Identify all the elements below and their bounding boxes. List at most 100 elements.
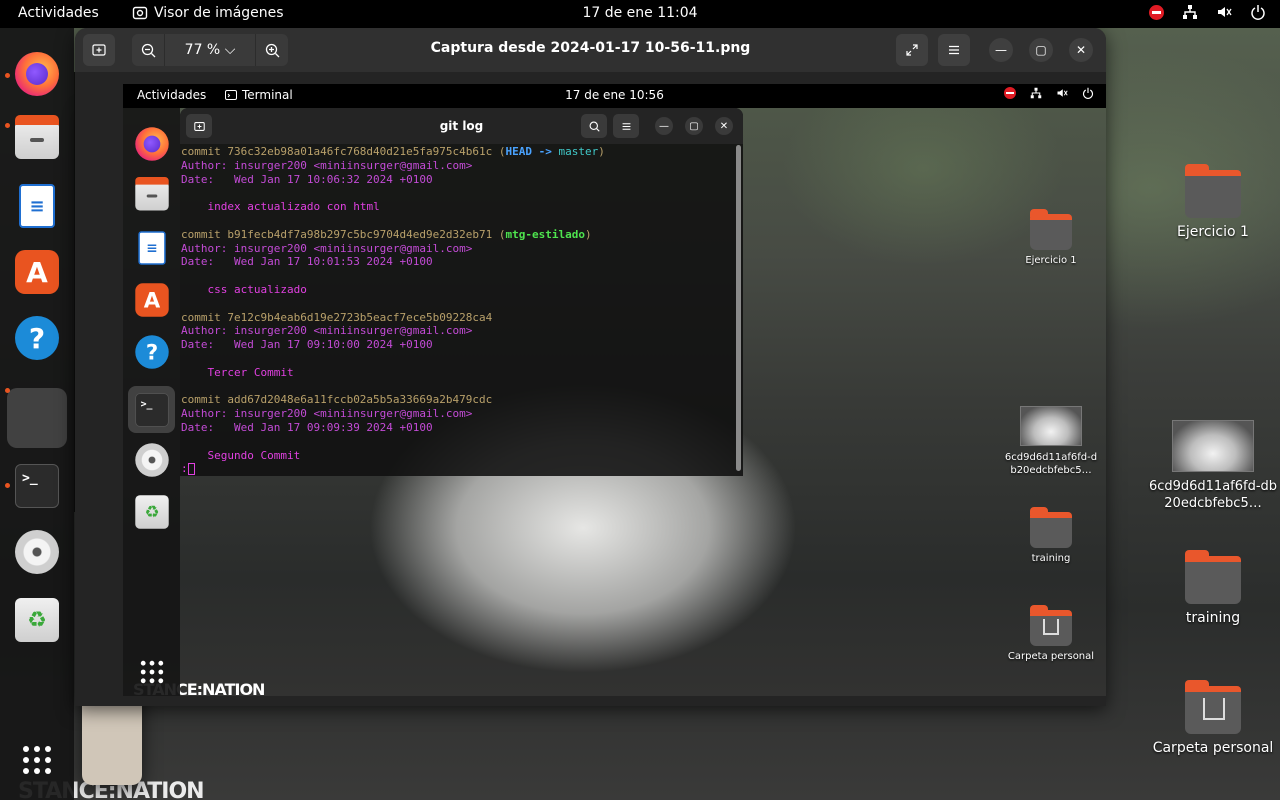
screenshot-dock-files xyxy=(128,172,175,219)
close-button[interactable]: ✕ xyxy=(1069,38,1093,62)
libreoffice-writer-icon: ≡ xyxy=(137,230,166,265)
commit-message: css actualizado xyxy=(207,282,307,296)
dock-firefox[interactable] xyxy=(7,44,67,104)
commit-author: insurger200 <miniinsurger@gmail.com> xyxy=(233,407,473,421)
terminal-icon: >_ xyxy=(134,392,169,427)
git-log-line xyxy=(181,186,605,200)
commit-author: insurger200 <miniinsurger@gmail.com> xyxy=(233,241,473,255)
minimize-icon: — xyxy=(995,43,1007,57)
screenshot-dock-disc xyxy=(128,436,175,483)
minimize-button[interactable]: — xyxy=(989,38,1013,62)
git-log-line xyxy=(181,352,605,366)
screenshot-dock: ≡ A ? >_ ♻ xyxy=(123,108,180,696)
desktop-icon-ejercicio-1[interactable]: Ejercicio 1 xyxy=(1166,164,1260,240)
screenshot-dock-help: ? xyxy=(128,328,175,375)
ref-paren: ( xyxy=(492,145,506,158)
ref-paren: ) xyxy=(598,145,605,158)
screenshot-dock-terminal: >_ xyxy=(128,386,175,433)
dock-files[interactable] xyxy=(7,110,67,170)
terminal-icon: >_ xyxy=(15,464,59,508)
screenshot-dock-trash: ♻ xyxy=(128,488,175,535)
top-bar: Actividades Visor de imágenes 17 de ene … xyxy=(0,0,1280,28)
system-tray[interactable] xyxy=(1149,4,1266,20)
dock-help[interactable]: ? xyxy=(7,308,67,368)
maximize-icon: ▢ xyxy=(689,120,699,132)
git-log-line: Author: insurger200 <miniinsurger@gmail.… xyxy=(181,324,605,338)
git-log-line: Date: Wed Jan 17 09:09:39 2024 +0100 xyxy=(181,421,605,435)
desktop-icon-label: training xyxy=(1031,553,1071,564)
dock-terminal[interactable]: >_ xyxy=(7,456,67,516)
git-log-line xyxy=(181,297,605,311)
folder-icon xyxy=(1030,209,1072,250)
show-apps-button[interactable] xyxy=(7,730,67,790)
dock-disc[interactable] xyxy=(7,522,67,582)
desktop-icon-label: 6cd9d6d11af6fd-db20edcbfebc5… xyxy=(1004,452,1098,476)
git-log-line: commit b91fecb4df7a98b297c5bc9704d4ed9e2… xyxy=(181,228,605,242)
ref-paren: ) xyxy=(585,227,592,241)
maximize-icon: ▢ xyxy=(1035,43,1047,57)
hamburger-menu-icon xyxy=(622,122,630,130)
git-log-line: index actualizado con html xyxy=(181,200,605,214)
commit-date: Wed Jan 17 09:10:00 2024 +0100 xyxy=(233,338,433,352)
dock-app-center[interactable]: A xyxy=(7,242,67,302)
home-folder-icon xyxy=(1185,680,1241,734)
power-icon[interactable] xyxy=(1250,4,1266,20)
screenshot-desktop-icon-training: training xyxy=(1003,507,1099,564)
screenshot-desktop-icon-image: 6cd9d6d11af6fd-db20edcbfebc5… xyxy=(1003,406,1099,477)
app-center-icon: A xyxy=(15,250,59,294)
git-log-line: Author: insurger200 <miniinsurger@gmail.… xyxy=(181,407,605,421)
dock-trash[interactable]: ♻ xyxy=(7,590,67,650)
commit-author: insurger200 <miniinsurger@gmail.com> xyxy=(233,158,473,172)
main-menu-button[interactable] xyxy=(938,34,970,66)
image-thumbnail xyxy=(1172,420,1254,472)
git-log-line: commit 7e12c9b4eab6d19e2723b5eacf7ece5b0… xyxy=(181,311,605,325)
screenshot-dock-writer: ≡ xyxy=(128,224,175,271)
libreoffice-writer-icon: ≡ xyxy=(19,184,55,228)
network-icon[interactable] xyxy=(1182,4,1198,20)
git-log-output: commit 736c32eb98a01a46fc768d40d21e5fa97… xyxy=(181,145,605,476)
dock-writer[interactable]: ≡ xyxy=(7,176,67,236)
commit-label: commit xyxy=(181,393,228,407)
close-icon: ✕ xyxy=(719,120,729,132)
terminal-scrollbar xyxy=(736,145,741,471)
fullscreen-button[interactable] xyxy=(896,34,928,66)
commit-message: index actualizado con html xyxy=(207,200,380,214)
activities-button[interactable]: Actividades xyxy=(18,5,99,21)
commit-date: Wed Jan 17 09:09:39 2024 +0100 xyxy=(233,420,433,434)
desktop-icon-training[interactable]: training xyxy=(1166,550,1260,626)
git-log-line: : xyxy=(181,462,605,476)
commit-hash: add67d2048e6a11fccb02a5b5a33669a2b479cdc xyxy=(227,393,493,407)
maximize-button[interactable]: ▢ xyxy=(1029,38,1053,62)
screenshot-activities: Actividades xyxy=(137,88,207,102)
clock[interactable]: 17 de ene 11:04 xyxy=(582,5,697,21)
git-log-line: commit add67d2048e6a11fccb02a5b5a33669a2… xyxy=(181,393,605,407)
dock-image-viewer[interactable] xyxy=(7,107,142,785)
do-not-disturb-icon xyxy=(1004,87,1016,99)
desktop-icon-label: 6cd9d6d11af6fd-db20edcbfebc5… xyxy=(1148,479,1278,511)
folder-icon xyxy=(1185,550,1241,604)
volume-muted-icon[interactable] xyxy=(1216,4,1232,20)
terminal-headerbar: git log — ▢ ✕ xyxy=(180,108,743,144)
do-not-disturb-icon[interactable] xyxy=(1149,4,1164,20)
trash-icon: ♻ xyxy=(15,598,59,642)
image-viewer-window: 77 % ⌵ Captura desde 2024-01-17 10-56-11… xyxy=(75,28,1106,706)
ref-branch: master xyxy=(558,145,599,158)
desktop-icon-label: Ejercicio 1 xyxy=(1025,255,1077,266)
commit-message: Tercer Commit xyxy=(207,365,294,379)
author-label: Author: xyxy=(181,324,234,338)
screenshot-terminal-window: git log — ▢ ✕ commit 736c32eb98a01a46fc7… xyxy=(180,108,743,476)
hamburger-menu-icon xyxy=(949,45,959,55)
screenshot-dock-app-center: A xyxy=(128,276,175,323)
firefox-icon xyxy=(15,52,59,96)
commit-label: commit xyxy=(181,227,228,241)
desktop-icon-image[interactable]: 6cd9d6d11af6fd-db20edcbfebc5… xyxy=(1146,420,1280,512)
desktop-icon-label: training xyxy=(1185,610,1241,626)
terminal-maximize-button: ▢ xyxy=(685,117,703,135)
author-label: Author: xyxy=(181,241,234,255)
displayed-image[interactable]: STANCE:NATION Actividades Terminal 17 de… xyxy=(123,84,1106,696)
folder-icon xyxy=(1185,164,1241,218)
git-log-line: Date: Wed Jan 17 10:01:53 2024 +0100 xyxy=(181,255,605,269)
desktop-icon-home[interactable]: Carpeta personal xyxy=(1146,680,1280,756)
app-menu[interactable]: Visor de imágenes xyxy=(132,5,284,21)
terminal-search-button xyxy=(581,114,607,138)
